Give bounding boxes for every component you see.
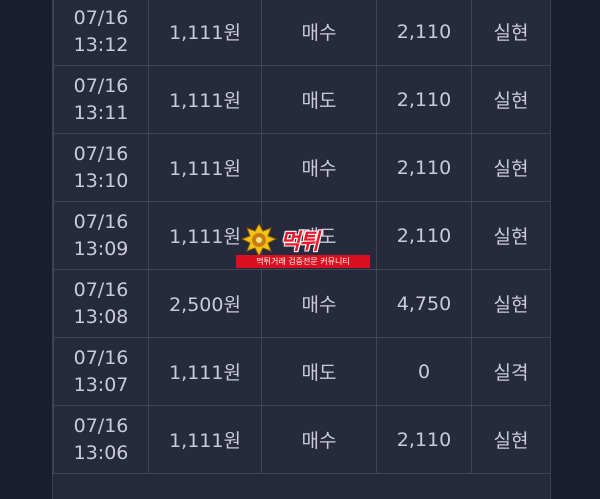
table-row: 07/16 13:06 1,111원 매수 2,110 실현 bbox=[53, 405, 550, 474]
result-cell: 실현 bbox=[471, 405, 550, 474]
trade-time: 13:08 bbox=[73, 305, 129, 328]
result-cell: 실현 bbox=[471, 65, 550, 134]
table-row: 07/16 13:09 1,111원 매도 2,110 실현 bbox=[53, 201, 550, 270]
type-cell: 매수 bbox=[261, 133, 377, 202]
time-cell: 07/16 13:06 bbox=[53, 405, 149, 474]
trade-history-table: 07/16 13:12 1,111원 매수 2,110 실현 07/16 13:11 1,111… bbox=[53, 0, 550, 474]
trade-time: 13:06 bbox=[73, 441, 129, 464]
trade-time: 13:10 bbox=[73, 169, 129, 192]
type-cell: 매수 bbox=[261, 269, 377, 338]
time-cell: 07/16 13:12 bbox=[53, 0, 149, 66]
amount-cell: 1,111원 bbox=[148, 201, 262, 270]
price-cell: 2,110 bbox=[376, 405, 472, 474]
result-cell: 실현 bbox=[471, 269, 550, 338]
trade-date: 07/16 bbox=[73, 74, 129, 97]
type-cell: 매도 bbox=[261, 337, 377, 406]
price-cell: 2,110 bbox=[376, 65, 472, 134]
price-cell: 4,750 bbox=[376, 269, 472, 338]
time-cell: 07/16 13:09 bbox=[53, 201, 149, 270]
trade-time: 13:07 bbox=[73, 373, 129, 396]
price-cell: 0 bbox=[376, 337, 472, 406]
trade-date: 07/16 bbox=[73, 414, 129, 437]
time-cell: 07/16 13:10 bbox=[53, 133, 149, 202]
trade-date: 07/16 bbox=[73, 6, 129, 29]
trade-date: 07/16 bbox=[73, 346, 129, 369]
table-row: 07/16 13:12 1,111원 매수 2,110 실현 bbox=[53, 0, 550, 66]
amount-cell: 1,111원 bbox=[148, 405, 262, 474]
price-cell: 2,110 bbox=[376, 133, 472, 202]
table-row: 07/16 13:11 1,111원 매도 2,110 실현 bbox=[53, 65, 550, 134]
type-cell: 매수 bbox=[261, 405, 377, 474]
trade-date: 07/16 bbox=[73, 278, 129, 301]
amount-cell: 2,500원 bbox=[148, 269, 262, 338]
amount-cell: 1,111원 bbox=[148, 65, 262, 134]
type-cell: 매수 bbox=[261, 0, 377, 66]
result-cell: 실현 bbox=[471, 201, 550, 270]
time-cell: 07/16 13:07 bbox=[53, 337, 149, 406]
trade-time: 13:12 bbox=[73, 33, 129, 56]
table-row: 07/16 13:07 1,111원 매도 0 실격 bbox=[53, 337, 550, 406]
result-cell: 실격 bbox=[471, 337, 550, 406]
price-cell: 2,110 bbox=[376, 201, 472, 270]
trade-date: 07/16 bbox=[73, 142, 129, 165]
trade-date: 07/16 bbox=[73, 210, 129, 233]
amount-cell: 1,111원 bbox=[148, 337, 262, 406]
time-cell: 07/16 13:08 bbox=[53, 269, 149, 338]
table-row: 07/16 13:10 1,111원 매수 2,110 실현 bbox=[53, 133, 550, 202]
type-cell: 매도 bbox=[261, 65, 377, 134]
trade-time: 13:09 bbox=[73, 237, 129, 260]
result-cell: 실현 bbox=[471, 133, 550, 202]
trade-time: 13:11 bbox=[73, 101, 129, 124]
panel-bottom-edge bbox=[53, 485, 550, 499]
amount-cell: 1,111원 bbox=[148, 0, 262, 66]
result-cell: 실현 bbox=[471, 0, 550, 66]
type-cell: 매도 bbox=[261, 201, 377, 270]
trade-history-panel: 07/16 13:12 1,111원 매수 2,110 실현 07/16 13:11 1,111… bbox=[52, 0, 551, 499]
trade-history-body: 07/16 13:12 1,111원 매수 2,110 실현 07/16 13:11 1,111… bbox=[53, 0, 550, 474]
amount-cell: 1,111원 bbox=[148, 133, 262, 202]
table-row: 07/16 13:08 2,500원 매수 4,750 실현 bbox=[53, 269, 550, 338]
time-cell: 07/16 13:11 bbox=[53, 65, 149, 134]
price-cell: 2,110 bbox=[376, 0, 472, 66]
